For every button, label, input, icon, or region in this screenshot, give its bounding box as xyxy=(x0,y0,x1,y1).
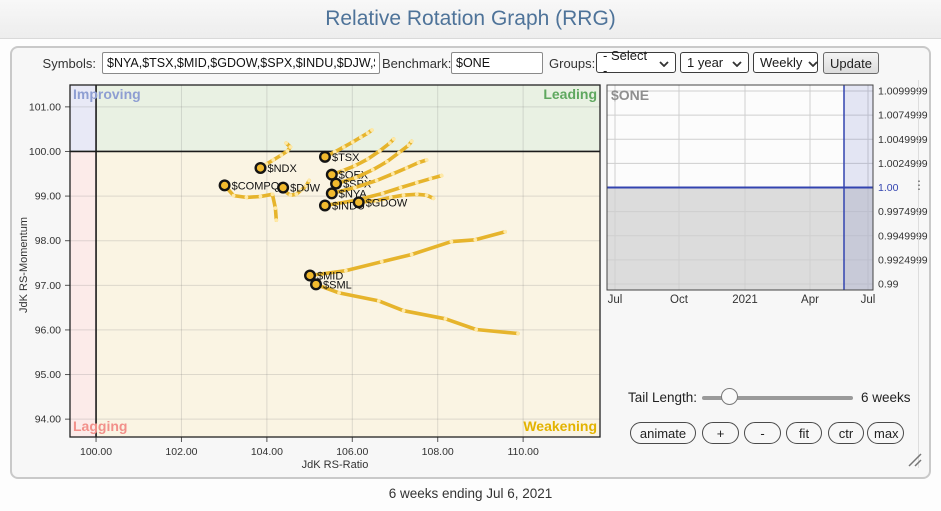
benchmark-x-tick-label: Oct xyxy=(670,294,689,306)
svg-text:95.00: 95.00 xyxy=(35,369,61,381)
quadrant-label-weakening: Weakening xyxy=(523,418,597,434)
benchmark-y-tick-label: 1.0049999 xyxy=(878,134,928,146)
svg-text:99.00: 99.00 xyxy=(35,191,61,203)
benchmark-label: Benchmark: xyxy=(382,56,451,71)
zoom-in-button[interactable]: + xyxy=(702,422,739,444)
x-axis-title: JdK RS-Ratio xyxy=(302,459,369,471)
benchmark-input[interactable] xyxy=(451,52,543,74)
benchmark-y-tick-label: 1.0074999 xyxy=(878,110,928,122)
rrg-app: Relative Rotation Graph (RRG) Symbols: B… xyxy=(0,0,941,511)
rrg-symbol-label-compq: $COMPQ xyxy=(232,180,280,192)
rrg-marker-mid[interactable] xyxy=(305,271,315,281)
chevron-down-icon xyxy=(732,55,742,70)
tail-length-label: Tail Length: xyxy=(628,390,697,405)
resize-handle-icon[interactable] xyxy=(905,450,923,468)
svg-text:102.00: 102.00 xyxy=(165,446,197,458)
svg-text:97.00: 97.00 xyxy=(35,280,61,292)
panel-splitter[interactable] xyxy=(918,80,919,468)
footer-caption: 6 weeks ending Jul 6, 2021 xyxy=(0,486,941,501)
rrg-marker-sml[interactable] xyxy=(311,280,321,290)
rrg-marker-gdow[interactable] xyxy=(354,198,364,208)
rrg-marker-spx[interactable] xyxy=(331,179,341,189)
quadrant-label-improving: Improving xyxy=(73,86,141,102)
benchmark-y-tick-label: 1.0024999 xyxy=(878,158,928,170)
svg-text:98.00: 98.00 xyxy=(35,235,61,247)
rrg-symbol-label-gdow: $GDOW xyxy=(366,197,408,209)
update-button[interactable]: Update xyxy=(823,52,879,74)
animate-button[interactable]: animate xyxy=(630,422,696,444)
y-axis-title: JdK RS-Momentum xyxy=(18,217,30,313)
period-select-value: 1 year xyxy=(687,55,723,70)
svg-text:100.00: 100.00 xyxy=(80,446,112,458)
chevron-down-icon xyxy=(659,55,669,70)
symbols-label: Symbols: xyxy=(18,56,96,71)
symbols-input[interactable] xyxy=(102,52,380,74)
rrg-marker-nya[interactable] xyxy=(327,189,337,199)
benchmark-x-tick-label: Jul xyxy=(861,294,876,306)
groups-select[interactable]: - Select - xyxy=(596,52,676,73)
rrg-marker-ndx[interactable] xyxy=(256,163,266,173)
benchmark-y-tick-label: 0.9924999 xyxy=(878,254,928,266)
drag-handle-icon[interactable]: ⋮ xyxy=(913,179,923,191)
rrg-marker-indu[interactable] xyxy=(320,201,330,211)
page-title: Relative Rotation Graph (RRG) xyxy=(0,0,941,38)
groups-select-value: - Select - xyxy=(603,48,653,78)
benchmark-y-tick-label: 0.9949999 xyxy=(878,230,928,242)
frequency-select[interactable]: Weekly xyxy=(753,52,818,73)
frequency-select-value: Weekly xyxy=(760,55,802,70)
svg-text:108.00: 108.00 xyxy=(422,446,454,458)
benchmark-x-tick-label: Apr xyxy=(801,294,819,306)
rrg-symbol-label-sml: $SML xyxy=(323,279,352,291)
period-select[interactable]: 1 year xyxy=(680,52,749,73)
benchmark-chart-title: $ONE xyxy=(611,87,649,103)
fit-button[interactable]: fit xyxy=(786,422,822,444)
benchmark-x-tick-label: 2021 xyxy=(732,294,758,306)
rrg-marker-compq[interactable] xyxy=(220,181,230,191)
rrg-marker-tsx[interactable] xyxy=(320,152,330,162)
rrg-chart[interactable]: 100.00 102.00 104.00 106.00 108.00 110.00 94.0… xyxy=(14,80,610,472)
title-bar: Relative Rotation Graph (RRG) xyxy=(0,0,941,39)
benchmark-y-tick-label: 0.9974999 xyxy=(878,206,928,218)
benchmark-y-tick-label: 1.00 xyxy=(878,182,899,194)
quadrant-label-lagging: Lagging xyxy=(73,418,127,434)
rrg-symbol-label-djw: $DJW xyxy=(290,183,321,195)
rrg-symbol-label-ndx: $NDX xyxy=(267,163,297,175)
benchmark-y-tick-label: 0.99 xyxy=(878,279,899,291)
benchmark-y-tick-label: 1.0099999 xyxy=(878,86,928,98)
benchmark-chart[interactable]: 1.0099999 1.0074999 1.0049999 1.0024999 1.00… xyxy=(602,80,936,312)
svg-text:96.00: 96.00 xyxy=(35,324,61,336)
svg-text:101.00: 101.00 xyxy=(29,101,61,113)
svg-text:110.00: 110.00 xyxy=(507,446,538,458)
zoom-out-button[interactable]: - xyxy=(744,422,781,444)
tail-length-value: 6 weeks xyxy=(861,390,911,405)
quadrant-label-leading: Leading xyxy=(543,86,597,102)
rrg-marker-djw[interactable] xyxy=(278,183,288,193)
ctr-button[interactable]: ctr xyxy=(828,422,864,444)
svg-text:94.00: 94.00 xyxy=(35,414,61,426)
svg-text:106.00: 106.00 xyxy=(336,446,368,458)
svg-text:104.00: 104.00 xyxy=(251,446,283,458)
benchmark-x-tick-label: Jul xyxy=(608,294,623,306)
groups-label: Groups: xyxy=(549,56,595,71)
max-button[interactable]: max xyxy=(867,422,904,444)
chevron-down-icon xyxy=(808,55,818,70)
rrg-symbol-label-tsx: $TSX xyxy=(332,152,360,164)
svg-text:100.00: 100.00 xyxy=(29,146,61,158)
